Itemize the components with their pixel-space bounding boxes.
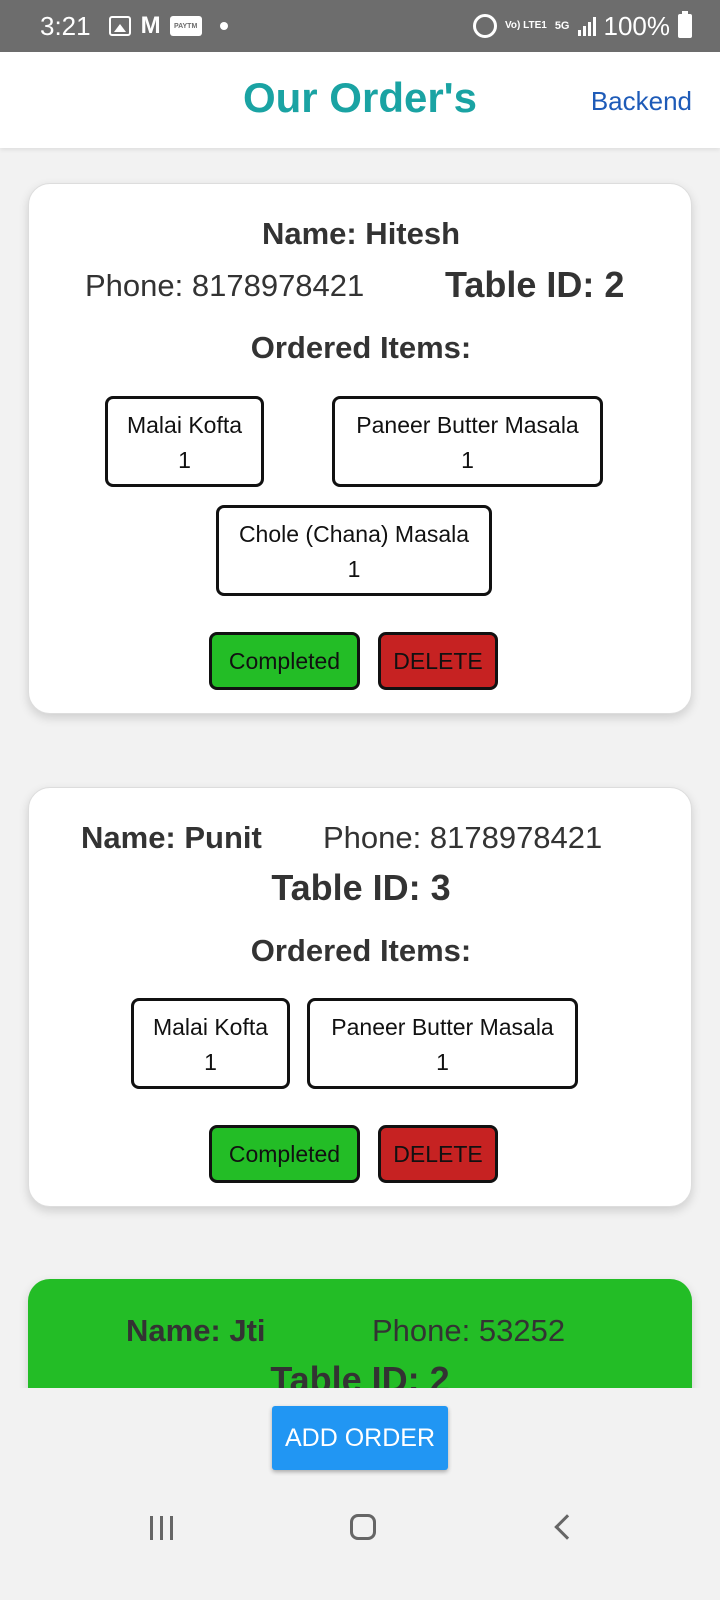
order-card: Name: Hitesh Phone: 8178978421 Table ID:…: [28, 183, 692, 714]
item-name: Chole (Chana) Masala: [238, 521, 470, 547]
battery-icon: [678, 11, 692, 38]
item-quantity: 1: [347, 556, 361, 582]
order-item: Chole (Chana) Masala 1: [216, 505, 492, 596]
item-quantity: 1: [436, 1049, 449, 1075]
customer-name: Name: Jti: [126, 1313, 266, 1348]
item-name: Paneer Butter Masala: [331, 1014, 554, 1040]
item-quantity: 1: [178, 447, 191, 473]
item-quantity: 1: [461, 447, 474, 473]
customer-phone: Phone: 8178978421: [85, 268, 365, 303]
gallery-icon: [108, 16, 131, 36]
gmail-icon: M: [140, 12, 161, 39]
order-item: Malai Kofta 1: [131, 998, 290, 1089]
item-name: Malai Kofta: [126, 412, 243, 438]
order-item: Malai Kofta 1: [105, 396, 264, 487]
customer-name: Name: Hitesh: [261, 216, 461, 251]
ordered-items-heading: Ordered Items:: [250, 933, 472, 968]
status-bar: 3:21 M PAYTM Vo) LTE1 5G 100%: [0, 0, 720, 52]
signal-icon: [577, 16, 596, 36]
status-time: 3:21: [40, 10, 91, 41]
order-item: Paneer Butter Masala 1: [307, 998, 578, 1089]
item-quantity: 1: [204, 1049, 217, 1075]
system-nav-bar: [0, 1488, 720, 1600]
home-icon[interactable]: [350, 1514, 376, 1540]
network-type-icon: 5G: [554, 19, 570, 32]
table-id: Table ID: 3: [271, 867, 451, 908]
back-icon[interactable]: [554, 1514, 580, 1540]
item-name: Paneer Butter Masala: [356, 412, 579, 438]
table-id: Table ID: 2: [445, 264, 625, 305]
completed-button[interactable]: Completed: [209, 632, 360, 690]
delete-button[interactable]: DELETE: [378, 632, 498, 690]
customer-phone: Phone: 8178978421: [323, 820, 603, 855]
app-header: Our Order's Backend: [0, 52, 720, 148]
hotspot-icon: [472, 14, 497, 38]
order-card: Name: Punit Phone: 8178978421 Table ID: …: [28, 787, 692, 1207]
backend-link[interactable]: Backend: [591, 86, 692, 117]
more-notifications-icon: [219, 22, 228, 30]
battery-percent: 100%: [603, 10, 671, 41]
add-order-button[interactable]: ADD ORDER: [272, 1406, 448, 1470]
ordered-items-heading: Ordered Items:: [250, 330, 472, 365]
paytm-icon: PAYTM: [169, 16, 202, 36]
recent-apps-icon[interactable]: [150, 1516, 173, 1540]
delete-button[interactable]: DELETE: [378, 1125, 498, 1183]
volte-icon: Vo) LTE1: [504, 20, 547, 31]
customer-phone: Phone: 53252: [372, 1313, 566, 1348]
order-item: Paneer Butter Masala 1: [332, 396, 603, 487]
completed-button[interactable]: Completed: [209, 1125, 360, 1183]
bottom-bar: ADD ORDER: [0, 1388, 720, 1600]
item-name: Malai Kofta: [152, 1014, 269, 1040]
customer-name: Name: Punit: [81, 820, 262, 855]
